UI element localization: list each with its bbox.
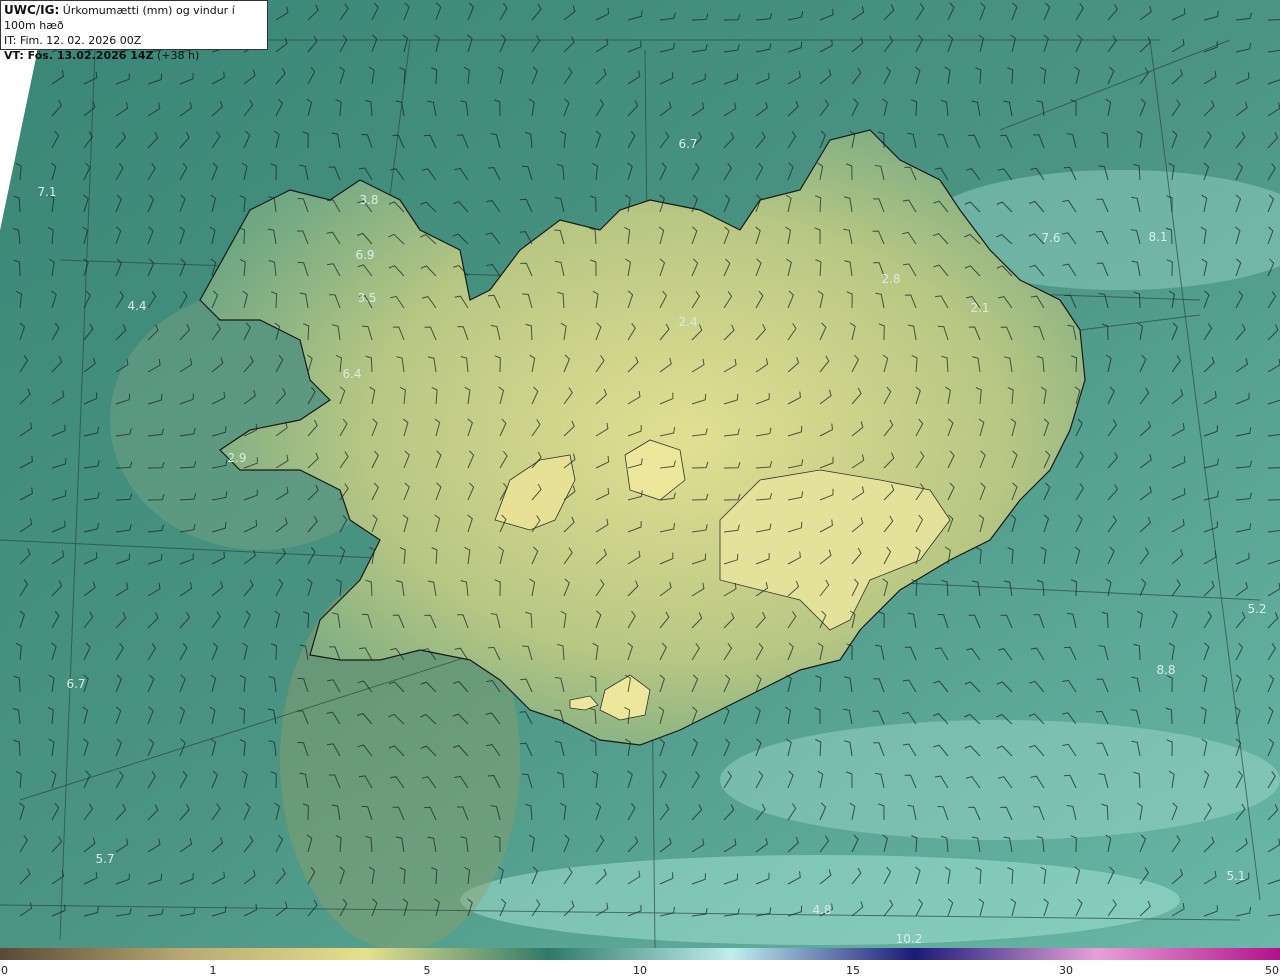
point-label: 6.9 — [355, 248, 374, 262]
point-label: 5.1 — [1226, 869, 1245, 883]
colorbar-tick: 30 — [1059, 964, 1073, 977]
point-label: 2.9 — [227, 451, 246, 465]
point-label: 4.4 — [127, 299, 146, 313]
model-name: UWC/IG: — [4, 3, 60, 17]
colorbar-tick: 5 — [423, 964, 431, 977]
map-info-box: UWC/IG: Úrkomumætti (mm) og vindur í 100… — [0, 0, 268, 62]
valid-time: VT: Fös. 13.02.2026 14Z — [4, 49, 154, 62]
colorbar-tick: 15 — [846, 964, 860, 977]
colorbar: 0 1 5 10 15 30 50 — [0, 948, 1280, 978]
point-label: 2.8 — [881, 272, 900, 286]
colorbar-tick: 1 — [209, 964, 217, 977]
valid-time-line: VT: Fös. 13.02.2026 14Z (+38 h) — [4, 48, 264, 63]
title-line: UWC/IG: Úrkomumætti (mm) og vindur í 100… — [4, 3, 264, 33]
lead-time: (+38 h) — [157, 49, 200, 62]
point-label: 7.6 — [1041, 231, 1060, 245]
point-label: 5.2 — [1247, 602, 1266, 616]
colorbar-tick: 50 — [1265, 964, 1279, 977]
point-label: 8.8 — [1156, 663, 1175, 677]
point-label: 6.4 — [342, 367, 361, 381]
point-label: 2.4 — [678, 315, 697, 329]
moist-band-south — [460, 855, 1180, 945]
colorbar-gradient — [0, 948, 1280, 960]
point-label: 6.7 — [678, 137, 697, 151]
point-label: 8.1 — [1148, 230, 1167, 244]
point-label: 3.8 — [359, 193, 378, 207]
point-label: 3.5 — [357, 291, 376, 305]
colorbar-tick: 0 — [1, 964, 8, 977]
point-label: 6.7 — [66, 677, 85, 691]
point-label: 5.7 — [95, 852, 114, 866]
point-label: 10.2 — [896, 932, 923, 946]
moist-band-southeast — [720, 720, 1280, 840]
map-canvas: 6.7 7.1 3.8 6.9 3.5 4.4 6.4 7.6 8.1 2.8 … — [0, 0, 1280, 948]
point-label: 2.1 — [970, 301, 989, 315]
precipitable-water-map: 6.7 7.1 3.8 6.9 3.5 4.4 6.4 7.6 8.1 2.8 … — [0, 0, 1280, 948]
point-label: 4.8 — [812, 903, 831, 917]
issue-time: IT: Fim. 12. 02. 2026 00Z — [4, 34, 142, 47]
point-label: 7.1 — [37, 185, 56, 199]
colorbar-tick: 10 — [633, 964, 647, 977]
